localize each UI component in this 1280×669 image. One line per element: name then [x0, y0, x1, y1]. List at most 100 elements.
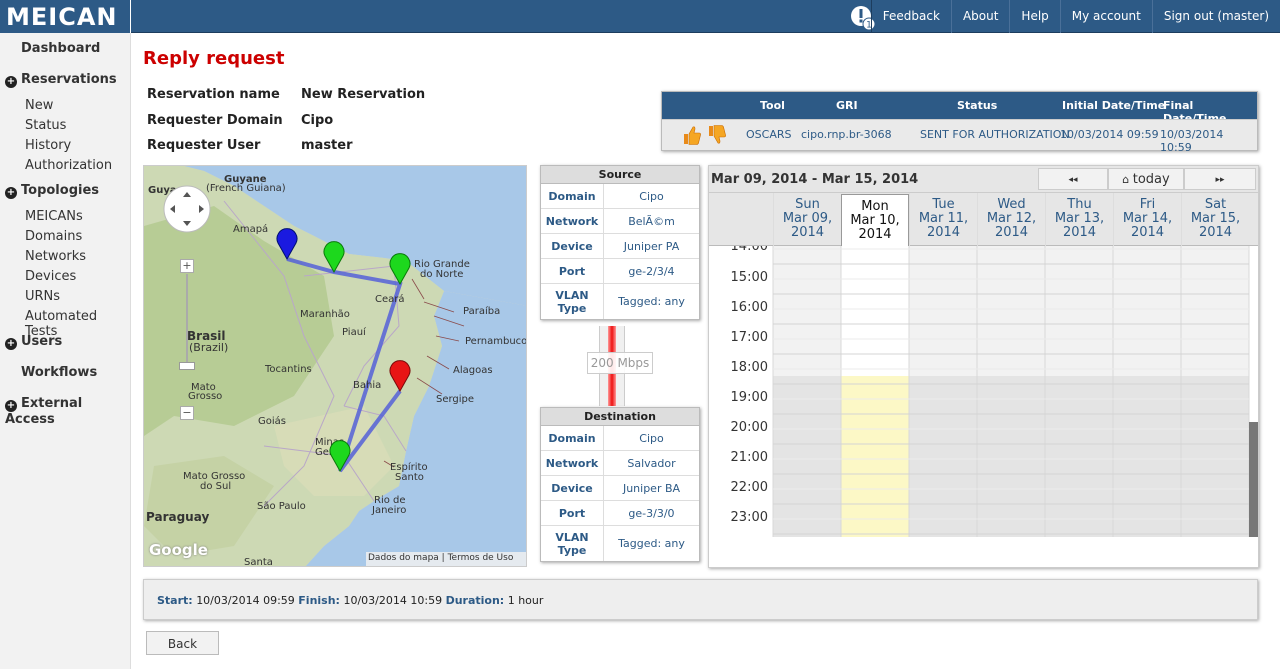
source-row-device: Device Juniper PA	[541, 234, 699, 259]
calendar-next-button[interactable]: ▸▸	[1184, 168, 1256, 190]
sidebar-workflows[interactable]: Workflows	[21, 365, 97, 380]
header-initial: Initial Date/Time	[1062, 99, 1166, 112]
field-label: Port	[541, 501, 604, 525]
sidebar-item-domains[interactable]: Domains	[25, 229, 82, 244]
sidebar-reservations[interactable]: + Reservations	[5, 72, 117, 88]
day-year: 2014	[994, 225, 1029, 240]
sidebar-item-urns[interactable]: URNs	[25, 289, 60, 304]
reservation-map[interactable]: Guyane (French Guiana) Guyana Amapá Rio …	[143, 165, 527, 567]
destination-row-vlan: VLAN Type Tagged: any	[541, 526, 699, 561]
cell-final: 10/03/2014 10:59	[1160, 128, 1224, 154]
hour-label: 22:00	[730, 480, 768, 495]
zoom-out-button[interactable]: −	[180, 406, 194, 420]
cell-gri: cipo.rnp.br-3068	[801, 128, 892, 141]
field-value: Tagged: any	[618, 295, 685, 308]
alert-icon[interactable]: 1	[851, 5, 876, 31]
field-value: Juniper PA	[623, 239, 680, 253]
nav-help[interactable]: Help	[1009, 0, 1059, 33]
field-label: VLAN Type	[541, 284, 604, 319]
calendar-scrollbar[interactable]	[1249, 422, 1258, 537]
calendar-today-button[interactable]: ⌂ today	[1108, 168, 1184, 190]
map-pan-control[interactable]	[162, 184, 212, 234]
svg-text:Paraguay: Paraguay	[146, 510, 209, 524]
day-year: 2014	[790, 225, 825, 240]
field-label: Device	[541, 234, 604, 258]
destination-row-port: Port ge-3/3/0	[541, 501, 699, 526]
field-label: Device	[541, 476, 604, 500]
table-row: OSCARS cipo.rnp.br-3068 SENT FOR AUTHORI…	[662, 119, 1257, 154]
duration-label: Duration:	[445, 594, 505, 607]
day-header[interactable]: Thu Mar 13, 2014	[1045, 193, 1113, 246]
map-attribution: Dados do mapa | Termos de Uso	[366, 552, 526, 566]
day-header[interactable]: Sat Mar 15, 2014	[1181, 193, 1249, 246]
sidebar-users[interactable]: + Users	[5, 334, 62, 350]
app-logo[interactable]: MEICAN	[0, 0, 131, 33]
sidebar-dashboard[interactable]: Dashboard	[21, 41, 100, 56]
sidebar-item-devices[interactable]: Devices	[25, 269, 76, 284]
day-year: 2014	[1130, 225, 1165, 240]
meican-logo: MEICAN	[6, 3, 116, 31]
nav-sign-out[interactable]: Sign out (master)	[1151, 0, 1280, 33]
page-title: Reply request	[143, 48, 285, 69]
sidebar-item-networks[interactable]: Networks	[25, 249, 86, 264]
sidebar-item-new[interactable]: New	[25, 98, 53, 113]
source-row-network: Network BelÃ©m	[541, 209, 699, 234]
svg-text:Piauí: Piauí	[342, 326, 367, 338]
day-name: Fri	[1139, 197, 1156, 212]
nav-feedback[interactable]: Feedback	[870, 0, 951, 33]
svg-text:do Norte: do Norte	[420, 269, 463, 280]
field-value: Juniper BA	[622, 481, 681, 495]
day-header-today[interactable]: Mon Mar 10, 2014	[841, 194, 909, 247]
svg-text:São Paulo: São Paulo	[257, 501, 306, 512]
zoom-slider-handle[interactable]	[179, 362, 195, 370]
svg-text:Pernambuco: Pernambuco	[465, 336, 527, 347]
svg-text:(Brazil): (Brazil)	[189, 341, 228, 354]
map-data-link[interactable]: Dados do mapa	[368, 553, 439, 563]
field-label: Domain	[541, 426, 604, 450]
nav-my-account[interactable]: My account	[1059, 0, 1152, 33]
plus-icon: +	[5, 76, 17, 88]
day-header[interactable]: Wed Mar 12, 2014	[977, 193, 1045, 246]
home-icon: ⌂	[1122, 173, 1133, 186]
source-row-domain: Domain Cipo	[541, 184, 699, 209]
tool-table-header: Tool GRI Status Initial Date/Time Final …	[662, 92, 1257, 125]
day-date: Mar 13,	[1054, 211, 1105, 226]
sidebar-users-label: Users	[21, 334, 63, 349]
info-label-reservation-name: Reservation name	[147, 87, 280, 102]
day-header[interactable]: Fri Mar 14, 2014	[1113, 193, 1181, 246]
sidebar-item-meicans[interactable]: MEICANs	[25, 209, 83, 224]
day-date: Mar 14,	[1122, 211, 1173, 226]
thumbs-up-icon[interactable]	[681, 124, 701, 146]
day-date: Mar 10,	[850, 213, 900, 228]
today-label: today	[1132, 172, 1170, 187]
field-label: Network	[541, 451, 604, 475]
sidebar-item-status[interactable]: Status	[25, 118, 66, 133]
top-nav: Feedback About Help My account Sign out …	[870, 0, 1280, 33]
day-header[interactable]: Tue Mar 11, 2014	[909, 193, 977, 246]
map-terms-link[interactable]: Termos de Uso	[448, 553, 514, 563]
sidebar-item-history[interactable]: History	[25, 138, 71, 153]
field-value: ge-2/3/4	[628, 264, 675, 278]
sidebar-external-access[interactable]: + External Access	[5, 396, 130, 427]
nav-about[interactable]: About	[950, 0, 1009, 33]
hour-label: 16:00	[730, 300, 768, 315]
hour-label: 23:00	[730, 510, 768, 525]
sidebar-item-authorization[interactable]: Authorization	[25, 158, 112, 173]
sidebar-topologies-label: Topologies	[21, 183, 100, 198]
zoom-slider-track[interactable]	[186, 274, 188, 362]
sidebar-topologies[interactable]: + Topologies	[5, 183, 99, 199]
info-value-requester-user: master	[301, 138, 353, 153]
back-button[interactable]: Back	[146, 631, 219, 655]
destination-title: Destination	[541, 408, 699, 426]
calendar-prev-button[interactable]: ◂◂	[1038, 168, 1108, 190]
day-date: Mar 15,	[1190, 211, 1241, 226]
info-label-requester-domain: Requester Domain	[147, 113, 283, 128]
destination-row-device: Device Juniper BA	[541, 476, 699, 501]
svg-text:Janeiro: Janeiro	[371, 505, 406, 516]
day-name: Wed	[997, 197, 1026, 212]
field-value: Tagged: any	[618, 537, 685, 550]
day-header[interactable]: Sun Mar 09, 2014	[773, 193, 841, 246]
calendar-grid[interactable]: 14:00 15:00 16:00 17:00 18:00 19:00 20:0…	[709, 246, 1258, 537]
zoom-in-button[interactable]: +	[180, 259, 194, 273]
thumbs-down-icon[interactable]	[706, 124, 726, 146]
